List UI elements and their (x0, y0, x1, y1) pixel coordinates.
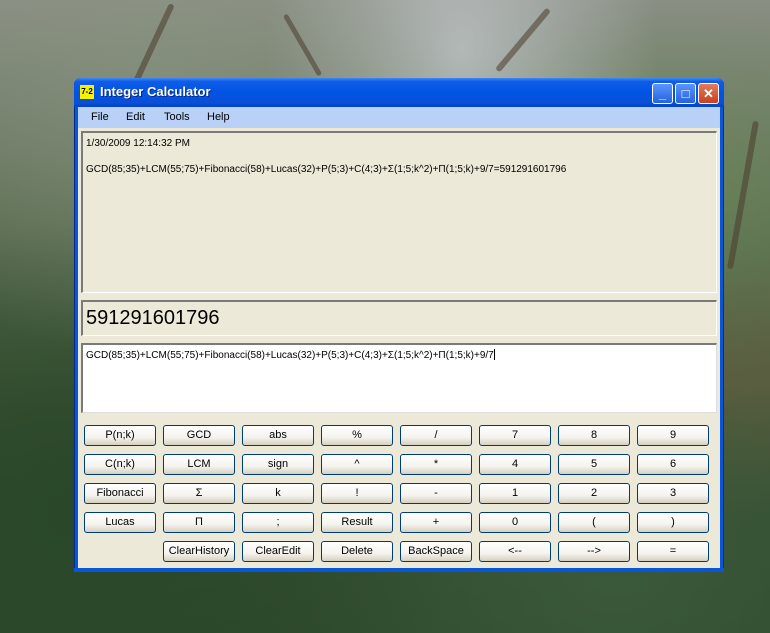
expression-text: GCD(85;35)+LCM(55;75)+Fibonacci(58)+Luca… (86, 350, 494, 361)
key-4[interactable]: 4 (479, 454, 551, 475)
key-multiply[interactable]: * (400, 454, 472, 475)
backspace-button[interactable]: BackSpace (400, 541, 472, 562)
close-button[interactable]: ✕ (698, 83, 719, 104)
calculator-window: 7-2 Integer Calculator _ □ ✕ File Edit T… (74, 78, 724, 572)
key-6[interactable]: 6 (637, 454, 709, 475)
key-lucas[interactable]: Lucas (84, 512, 156, 533)
history-timestamp: 1/30/2009 12:14:32 PM (86, 138, 190, 149)
background-branch (494, 7, 552, 73)
expression-line: GCD(85;35)+LCM(55;75)+Fibonacci(58)+Luca… (86, 349, 495, 361)
window-title: Integer Calculator (100, 84, 211, 99)
key-0[interactable]: 0 (479, 512, 551, 533)
cursor-left-button[interactable]: <-- (479, 541, 551, 562)
equals-button[interactable]: = (637, 541, 709, 562)
clear-edit-button[interactable]: ClearEdit (242, 541, 314, 562)
menu-bar: File Edit Tools Help (78, 107, 720, 128)
clear-history-button[interactable]: ClearHistory (163, 541, 235, 562)
key-gcd[interactable]: GCD (163, 425, 235, 446)
background-branch (282, 13, 323, 77)
cursor-right-button[interactable]: --> (558, 541, 630, 562)
minimize-button[interactable]: _ (652, 83, 673, 104)
key-1[interactable]: 1 (479, 483, 551, 504)
key-result[interactable]: Result (321, 512, 393, 533)
key-open-paren[interactable]: ( (558, 512, 630, 533)
expression-input[interactable]: GCD(85;35)+LCM(55;75)+Fibonacci(58)+Luca… (81, 343, 717, 413)
key-7[interactable]: 7 (479, 425, 551, 446)
menu-tools[interactable]: Tools (164, 111, 190, 123)
key-permutation[interactable]: P(n;k) (84, 425, 156, 446)
key-close-paren[interactable]: ) (637, 512, 709, 533)
window-bottom-border (74, 568, 724, 572)
key-semicolon[interactable]: ; (242, 512, 314, 533)
key-lcm[interactable]: LCM (163, 454, 235, 475)
title-bar[interactable]: 7-2 Integer Calculator _ □ ✕ (74, 78, 724, 107)
key-factorial[interactable]: ! (321, 483, 393, 504)
menu-edit[interactable]: Edit (126, 111, 145, 123)
key-minus[interactable]: - (400, 483, 472, 504)
background-branch (727, 120, 759, 270)
text-caret (493, 349, 495, 360)
menu-file[interactable]: File (91, 111, 109, 123)
history-panel[interactable]: 1/30/2009 12:14:32 PM GCD(85;35)+LCM(55;… (81, 131, 717, 293)
key-fibonacci[interactable]: Fibonacci (84, 483, 156, 504)
client-area: File Edit Tools Help 1/30/2009 12:14:32 … (78, 107, 720, 568)
history-entry: GCD(85;35)+LCM(55;75)+Fibonacci(58)+Luca… (86, 164, 567, 175)
key-sum[interactable]: Σ (163, 483, 235, 504)
key-k[interactable]: k (242, 483, 314, 504)
background-branch (131, 2, 175, 88)
app-icon: 7-2 (80, 85, 94, 99)
key-9[interactable]: 9 (637, 425, 709, 446)
key-5[interactable]: 5 (558, 454, 630, 475)
key-divide[interactable]: / (400, 425, 472, 446)
menu-help[interactable]: Help (207, 111, 230, 123)
key-product[interactable]: Π (163, 512, 235, 533)
key-3[interactable]: 3 (637, 483, 709, 504)
key-percent[interactable]: % (321, 425, 393, 446)
delete-button[interactable]: Delete (321, 541, 393, 562)
key-8[interactable]: 8 (558, 425, 630, 446)
maximize-button[interactable]: □ (675, 83, 696, 104)
result-display: 591291601796 (81, 300, 717, 336)
key-abs[interactable]: abs (242, 425, 314, 446)
key-power[interactable]: ^ (321, 454, 393, 475)
key-combination[interactable]: C(n;k) (84, 454, 156, 475)
result-value: 591291601796 (86, 307, 220, 329)
key-sign[interactable]: sign (242, 454, 314, 475)
key-plus[interactable]: + (400, 512, 472, 533)
key-2[interactable]: 2 (558, 483, 630, 504)
